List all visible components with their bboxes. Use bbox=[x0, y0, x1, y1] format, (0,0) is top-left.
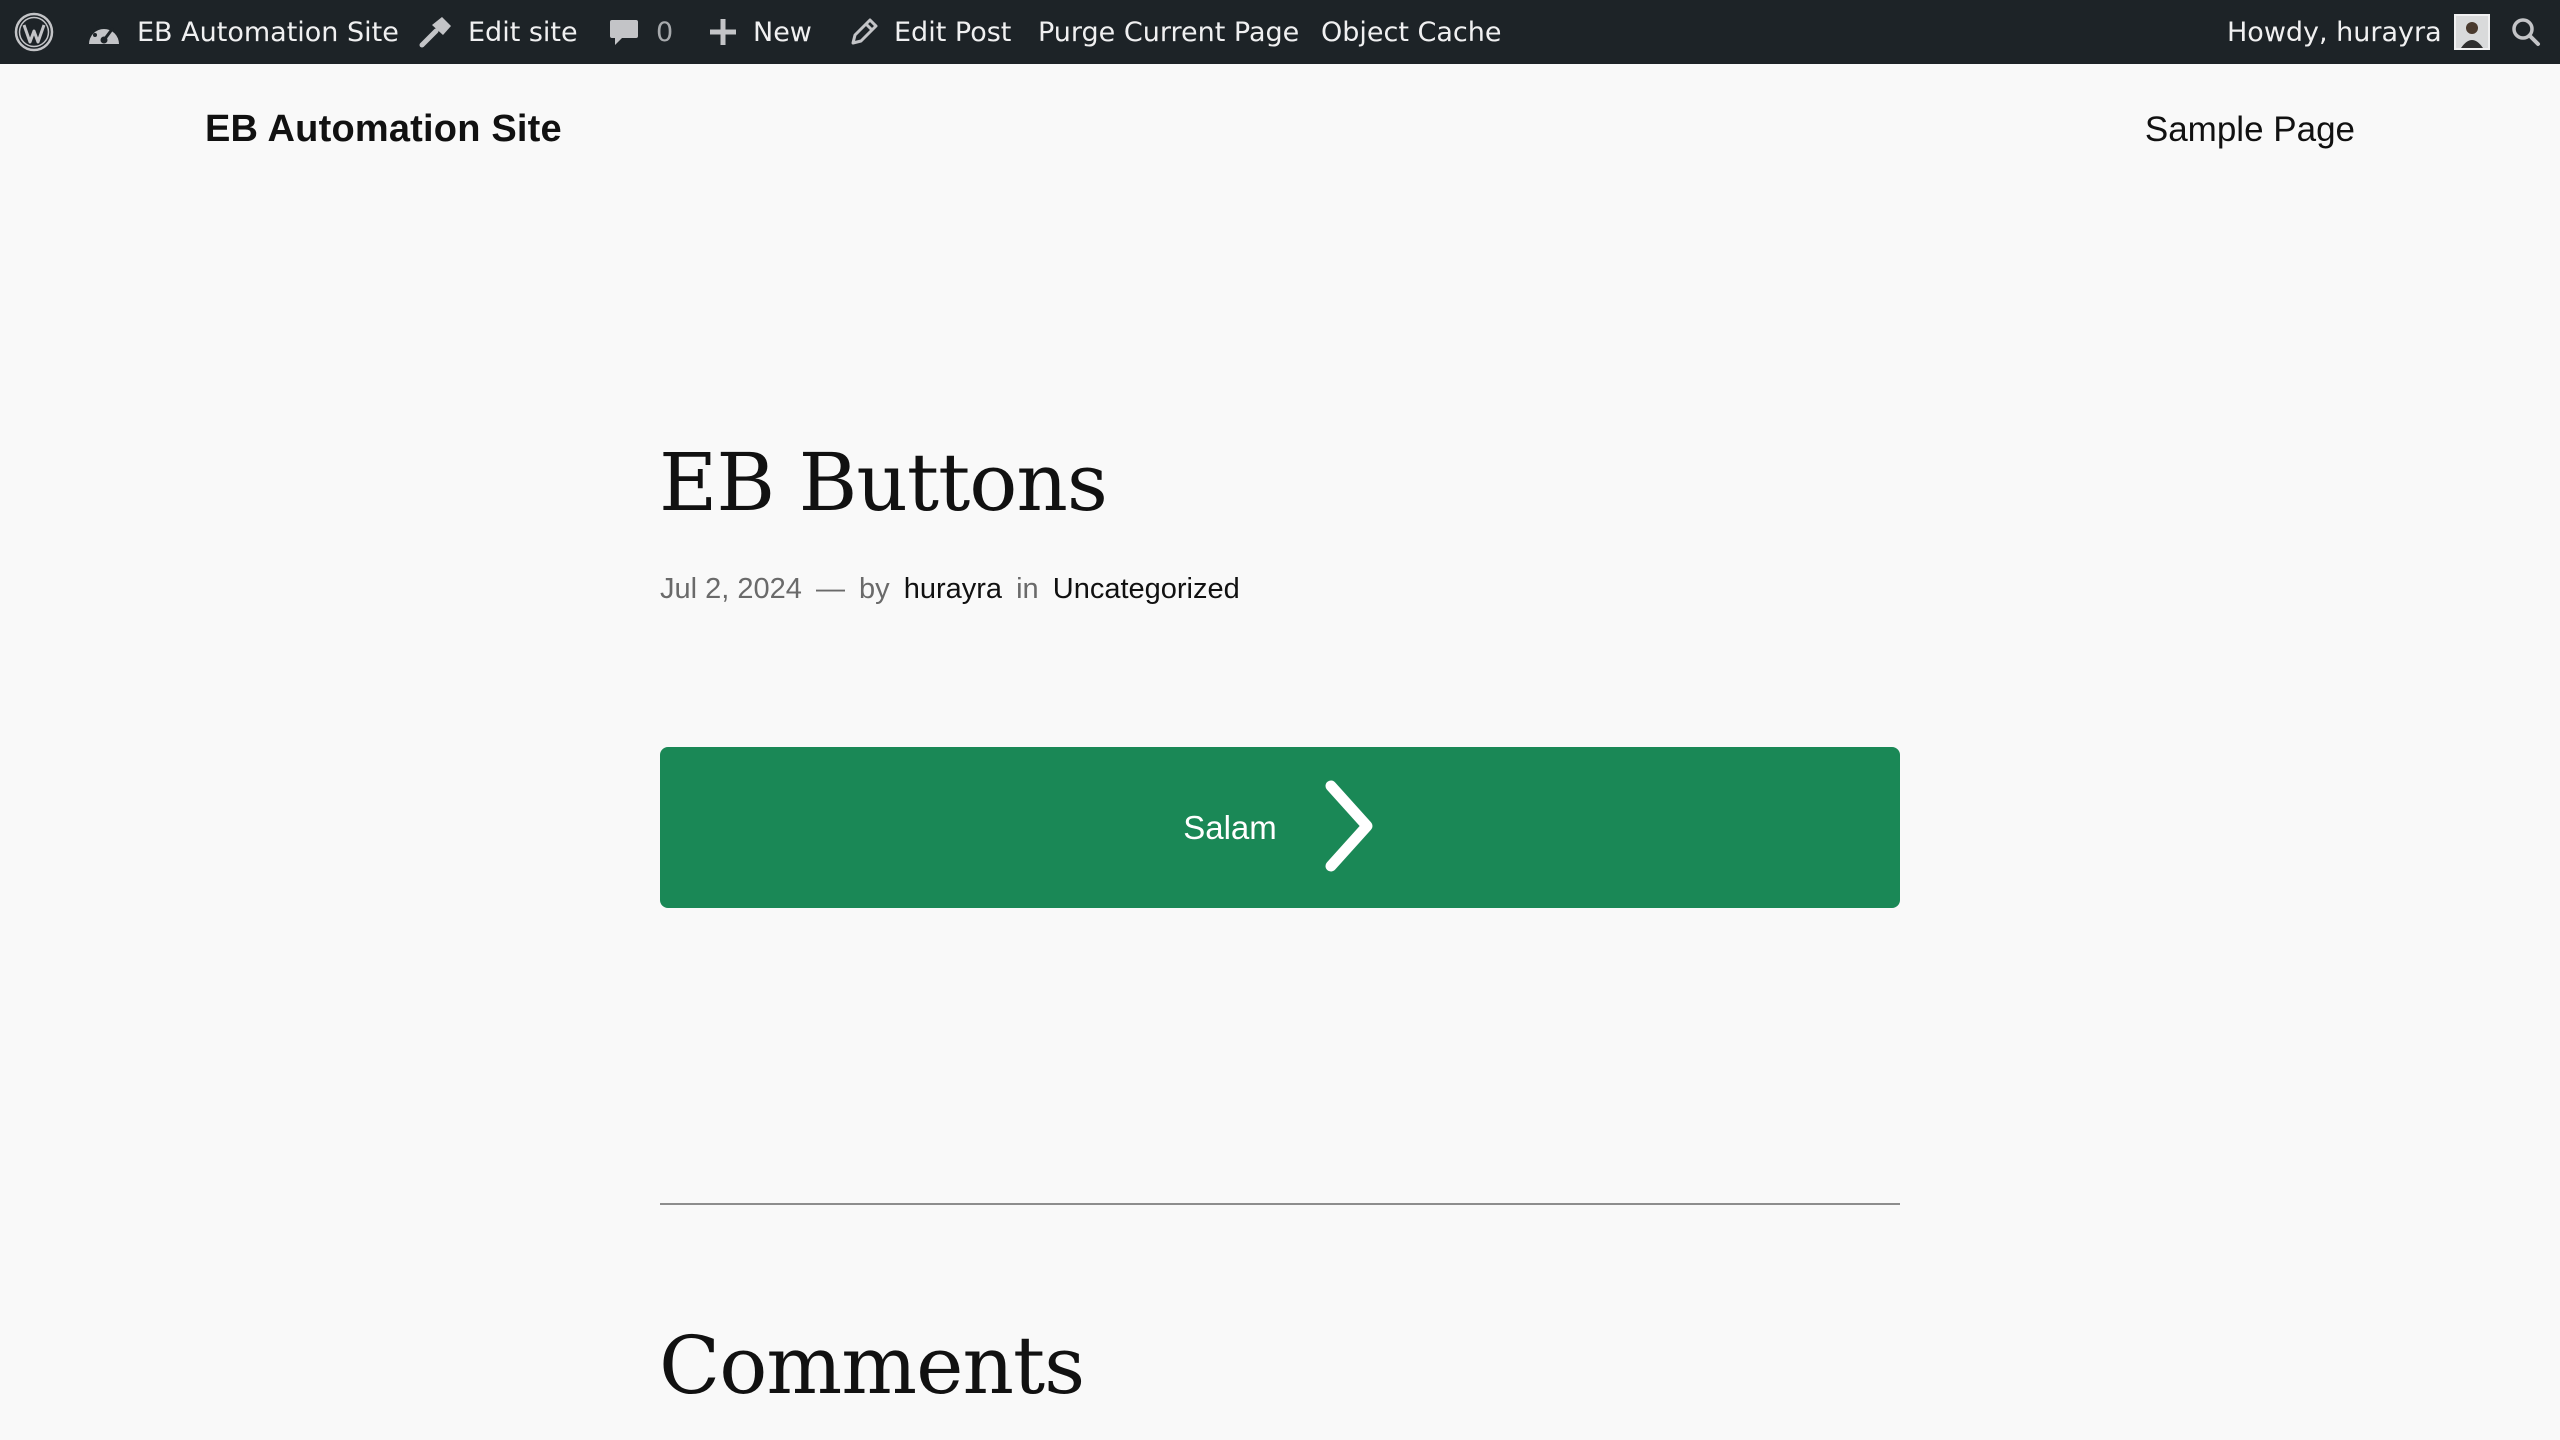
dashboard-icon bbox=[86, 16, 122, 48]
comments-link[interactable]: 0 bbox=[608, 0, 673, 64]
post-title: EB Buttons bbox=[659, 436, 1108, 529]
edit-post-link[interactable]: Edit Post bbox=[848, 0, 1011, 64]
post-author[interactable]: hurayra bbox=[904, 573, 1002, 605]
object-cache-label: Object Cache bbox=[1321, 16, 1502, 48]
post-date[interactable]: Jul 2, 2024 bbox=[660, 573, 802, 605]
nav-item-sample-page[interactable]: Sample Page bbox=[2145, 110, 2355, 150]
new-content-menu[interactable]: New bbox=[708, 0, 812, 64]
edit-post-label: Edit Post bbox=[894, 16, 1012, 48]
search-icon[interactable] bbox=[2510, 0, 2542, 64]
my-account-menu[interactable]: Howdy, hurayra bbox=[2227, 0, 2490, 64]
edit-site-link[interactable]: Edit site bbox=[418, 0, 578, 64]
admin-bar: EB Automation Site Edit site 0 New Edit … bbox=[0, 0, 2560, 64]
purge-label: Purge Current Page bbox=[1038, 16, 1300, 48]
comments-count: 0 bbox=[656, 16, 674, 48]
meta-in: in bbox=[1016, 573, 1039, 605]
plus-icon bbox=[708, 17, 738, 47]
avatar bbox=[2453, 14, 2490, 50]
site-name-label: EB Automation Site bbox=[137, 16, 399, 48]
object-cache-link[interactable]: Object Cache bbox=[1321, 0, 1501, 64]
meta-dash: — bbox=[815, 573, 845, 605]
edit-site-label: Edit site bbox=[468, 16, 578, 48]
site-title[interactable]: EB Automation Site bbox=[205, 108, 562, 151]
salam-button[interactable]: Salam bbox=[660, 747, 1900, 908]
site-name-menu[interactable]: EB Automation Site bbox=[86, 0, 399, 64]
separator bbox=[660, 1203, 1900, 1205]
purge-current-page-link[interactable]: Purge Current Page bbox=[1038, 0, 1299, 64]
new-label: New bbox=[753, 16, 812, 48]
howdy-label: Howdy, hurayra bbox=[2227, 16, 2442, 48]
comments-title: Comments bbox=[659, 1319, 1085, 1412]
pencil-icon bbox=[848, 16, 880, 48]
post-category[interactable]: Uncategorized bbox=[1053, 573, 1240, 605]
wordpress-logo-icon[interactable] bbox=[14, 0, 54, 64]
salam-button-label: Salam bbox=[1183, 808, 1277, 846]
post-meta: Jul 2, 2024 — by hurayra in Uncategorize… bbox=[660, 573, 1240, 606]
chevron-right-icon bbox=[1321, 780, 1377, 876]
hammer-icon bbox=[418, 15, 454, 49]
meta-by: by bbox=[859, 573, 890, 605]
speech-bubble-icon bbox=[608, 16, 640, 48]
